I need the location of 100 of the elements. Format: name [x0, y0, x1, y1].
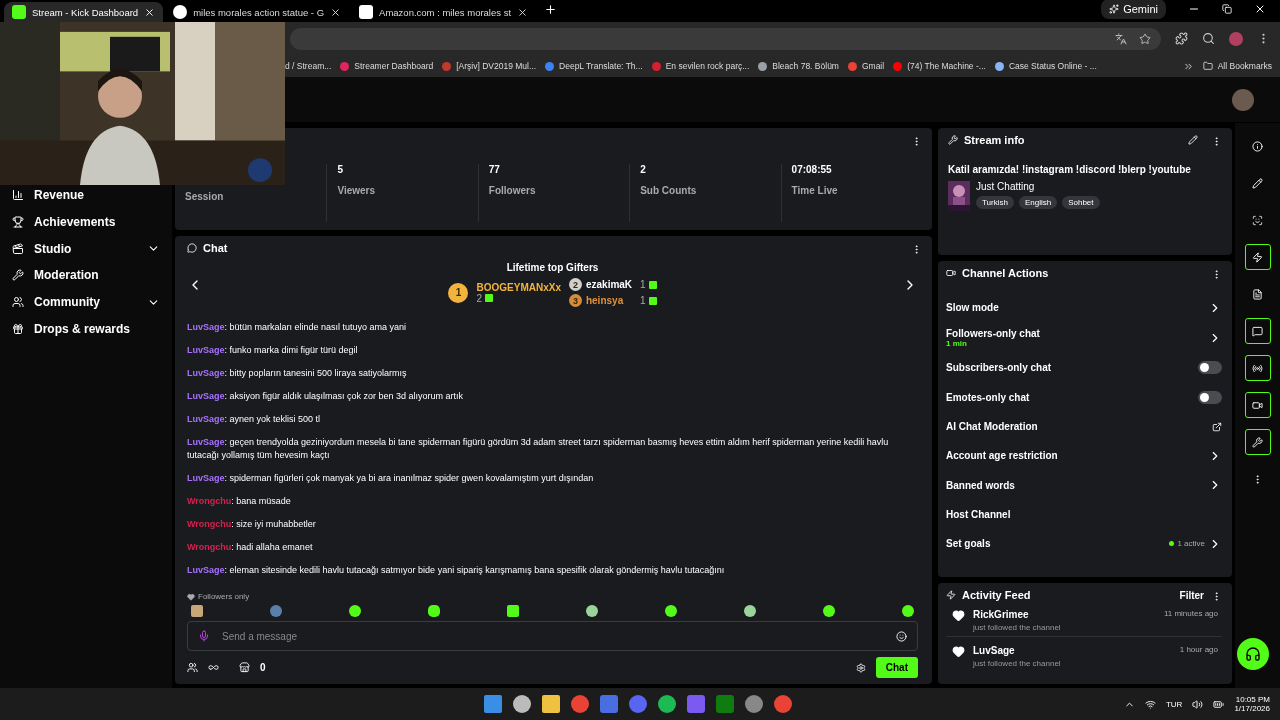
gift-count: 2 — [476, 292, 561, 304]
all-bookmarks-link[interactable]: All Bookmarks — [1217, 61, 1272, 71]
sidebar-item[interactable]: Revenue — [34, 188, 160, 203]
close-icon[interactable] — [517, 6, 529, 18]
taskbar-app-icon[interactable] — [658, 695, 676, 713]
broadcast-icon[interactable] — [1244, 355, 1271, 381]
follower-name: LuvSage — [973, 645, 1015, 656]
search-icon[interactable] — [1202, 32, 1215, 45]
zap-icon[interactable] — [1244, 244, 1271, 270]
profile-avatar[interactable] — [1229, 31, 1243, 46]
edit-icon[interactable] — [1188, 135, 1198, 145]
message-composer[interactable]: Send a message — [187, 621, 918, 651]
settings-icon[interactable] — [855, 662, 866, 673]
action-label[interactable]: Host Channel — [946, 508, 1011, 520]
chat-icon[interactable] — [1244, 318, 1271, 344]
emote-icon[interactable] — [586, 605, 598, 617]
sidebar-item[interactable]: Achievements — [34, 215, 160, 230]
gifter-name: heinsya — [585, 295, 625, 306]
chat-mode: Followers only — [198, 592, 250, 601]
taskbar-app-icon[interactable] — [629, 695, 647, 713]
emote-icon[interactable] — [428, 605, 440, 617]
bookmark-link[interactable]: DeepL Translate: Th... — [559, 61, 643, 71]
browser-tab[interactable]: Stream - Kick Dashboard — [4, 2, 164, 22]
gift-icon — [12, 322, 24, 335]
taskbar-app-icon[interactable] — [513, 695, 531, 713]
toggle-switch[interactable] — [1198, 390, 1222, 404]
taskbar-app-icon[interactable] — [745, 695, 763, 713]
sparkle-icon — [1109, 4, 1120, 14]
rank-badge: 1 — [448, 282, 469, 303]
close-icon[interactable] — [330, 6, 342, 18]
action-label[interactable]: Account age restriction — [946, 450, 1058, 462]
address-field[interactable] — [290, 27, 1161, 50]
send-chat-button[interactable]: Chat — [875, 657, 918, 678]
action-label[interactable]: Set goals — [946, 538, 991, 550]
infinity-icon — [208, 662, 219, 673]
action-label[interactable]: Emotes-only chat — [946, 391, 1030, 403]
clapperboard-icon — [12, 242, 24, 255]
external-link-icon[interactable] — [1212, 421, 1222, 432]
keyboard-language[interactable]: TUR — [1165, 699, 1183, 709]
store-icon[interactable] — [239, 662, 250, 673]
goal-status: 1 active — [1177, 539, 1205, 549]
bookmark-link[interactable]: Gmail — [861, 61, 885, 71]
video-icon[interactable] — [1244, 392, 1271, 418]
translate-icon[interactable] — [1115, 32, 1127, 45]
user-avatar[interactable] — [1232, 88, 1254, 111]
action-label[interactable]: Subscribers-only chat — [946, 362, 1052, 374]
taskbar-app-icon[interactable] — [571, 695, 589, 713]
tag-pill: Turkish — [976, 196, 1014, 209]
sidebar-item[interactable]: Drops & rewards — [34, 321, 160, 336]
restore-icon[interactable] — [1222, 4, 1232, 14]
status-dot-icon — [1169, 541, 1175, 547]
bookmark-link[interactable]: En sevilen rock parç... — [665, 61, 750, 71]
taskbar-app-icon[interactable] — [774, 695, 792, 713]
bookmark-link[interactable]: d / Stream... — [285, 61, 332, 71]
microphone-icon[interactable] — [198, 630, 210, 642]
chat-message: LuvSage: eleman sitesinde kedili havlu tutacağı satmıyor bide yani sipariş karışmamış bana spesifik olarak göndermiş havlu tutacağını — [187, 564, 726, 577]
action-label[interactable]: Banned words — [946, 479, 1015, 491]
browser-tab[interactable]: miles morales action statue - G — [165, 2, 350, 22]
emote-icon[interactable] — [665, 605, 677, 617]
chat-message: LuvSage: bütün markaları elinde nasıl tutuyo ama yani — [187, 321, 408, 334]
star-icon[interactable] — [1139, 32, 1151, 45]
help-button[interactable] — [1237, 638, 1269, 670]
message-field[interactable]: Send a message — [220, 629, 886, 643]
gift-count: 1 — [639, 295, 657, 306]
gemini-button[interactable]: Gemini — [1101, 0, 1166, 19]
action-label[interactable]: Followers-only chat — [946, 327, 1040, 339]
close-icon[interactable] — [144, 6, 156, 18]
favicon-icon — [359, 5, 374, 19]
action-label[interactable]: Slow mode — [946, 302, 999, 314]
clock[interactable]: 10:05 PM 1/17/2026 — [1234, 695, 1270, 713]
chat-message: LuvSage: aksiyon figür aldık ulaşılması çok zor ben 3d alıyorum artık — [187, 390, 465, 403]
bookmark-link[interactable]: Bleach 78. Bölüm — [772, 61, 839, 71]
emote-icon[interactable] — [349, 605, 361, 617]
bookmark-link[interactable]: [Arşiv] DV2019 Mul... — [456, 61, 537, 71]
wifi-icon[interactable] — [1144, 698, 1156, 710]
sidebar-item[interactable]: Moderation — [34, 268, 160, 283]
extensions-icon[interactable] — [1175, 32, 1188, 45]
close-icon[interactable] — [1254, 3, 1266, 15]
emote-icon[interactable] — [744, 605, 756, 617]
tag-pill: English — [1018, 196, 1058, 209]
emote-icon[interactable] — [902, 605, 914, 617]
new-tab-icon[interactable] — [544, 3, 558, 16]
filter-button[interactable]: Filter — [1179, 589, 1204, 601]
points-icon[interactable] — [187, 662, 198, 673]
users-icon — [12, 296, 24, 309]
zap-icon — [946, 590, 956, 600]
browser-tab[interactable]: Amazon.com : miles morales st — [351, 2, 537, 22]
bookmark-link[interactable]: (74) The Machine -... — [907, 61, 986, 71]
sidebar-item[interactable]: Studio — [34, 241, 137, 256]
sidebar-item[interactable]: Community — [34, 295, 137, 310]
bookmark-link[interactable]: Streamer Dashboard — [354, 61, 434, 71]
volume-icon[interactable] — [1192, 698, 1204, 710]
emoji-icon[interactable] — [896, 630, 907, 642]
toggle-switch[interactable] — [1198, 361, 1222, 375]
emote-icon[interactable] — [823, 605, 835, 617]
battery-icon[interactable] — [1213, 698, 1225, 710]
action-label[interactable]: AI Chat Moderation — [946, 421, 1038, 433]
wrench-icon[interactable] — [1244, 429, 1271, 455]
bookmark-link[interactable]: Case Status Online - ... — [1008, 61, 1097, 71]
chat-message: Wrongchu: bana müsade — [187, 495, 292, 508]
